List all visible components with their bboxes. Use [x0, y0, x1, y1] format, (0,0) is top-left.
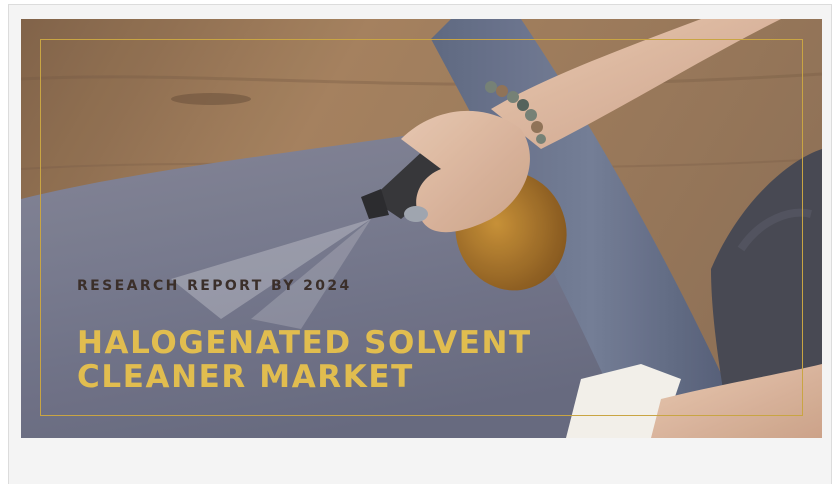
report-title-line-1: HALOGENATED SOLVENT	[77, 325, 532, 361]
report-title-line-2: CLEANER MARKET	[77, 359, 414, 395]
report-title: HALOGENATED SOLVENT CLEANER MARKET	[77, 326, 532, 394]
report-subtitle: RESEARCH REPORT BY 2024	[77, 278, 352, 294]
report-banner: RESEARCH REPORT BY 2024 HALOGENATED SOLV…	[21, 19, 822, 438]
